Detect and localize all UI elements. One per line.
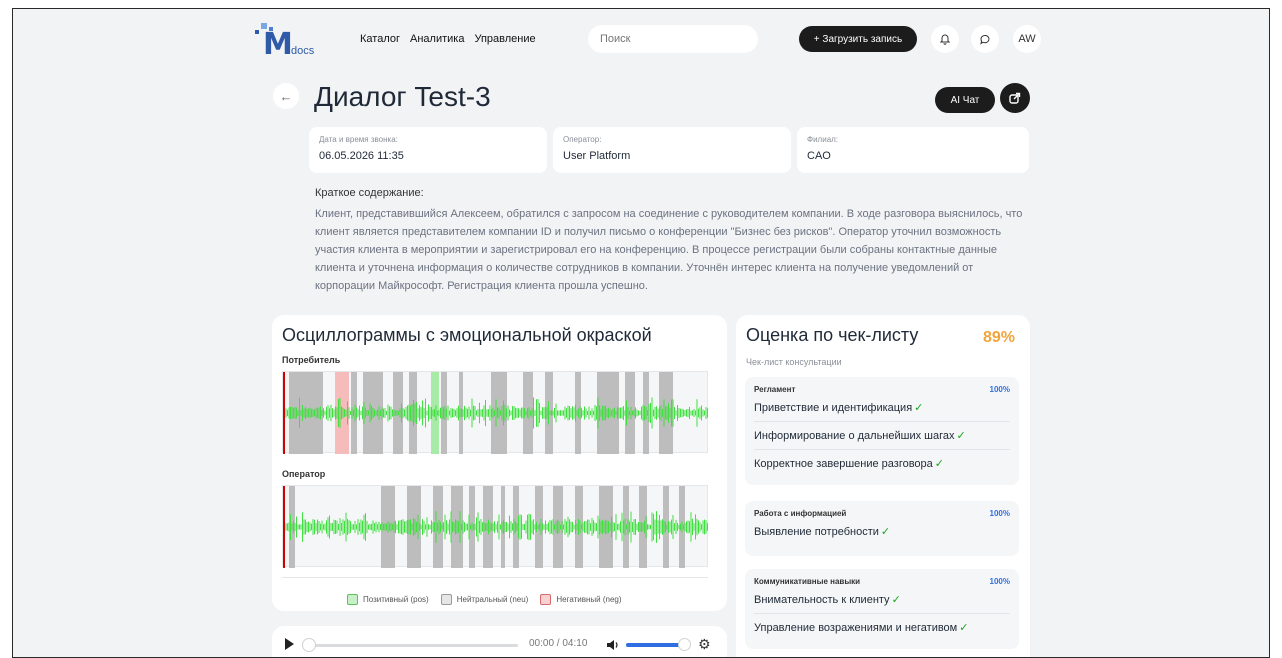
top-bar: M docs Каталог Аналитика Управление + За…	[13, 9, 1269, 69]
call-datetime-card: Дата и время звонка: 06.05.2026 11:35	[309, 127, 547, 173]
playhead-cursor	[283, 372, 285, 454]
check-icon: ✓	[959, 622, 969, 634]
consumer-waveform[interactable]	[282, 371, 708, 454]
checklist-item: Приветствие и идентификация ✓	[754, 394, 1010, 422]
checklist-subtitle: Чек-лист консультации	[746, 357, 842, 367]
legend-label: Позитивный (pos)	[363, 595, 429, 604]
player-time: 00:00 / 04:10	[529, 638, 588, 649]
logo-square	[255, 30, 259, 34]
legend-positive: Позитивный (pos)	[347, 594, 429, 605]
section-percent: 100%	[989, 577, 1010, 586]
checklist-card: Оценка по чек-листу 89% Чек-лист консуль…	[736, 315, 1030, 657]
operator-waveform-graphic	[282, 486, 708, 568]
legend-swatch	[440, 594, 452, 605]
app-frame: M docs Каталог Аналитика Управление + За…	[12, 8, 1270, 658]
notifications-button[interactable]	[931, 25, 959, 53]
branch-card: Филиал: CAO	[797, 127, 1029, 173]
checklist-item: Информирование о дальнейших шагах ✓	[754, 422, 1010, 450]
summary-text: Клиент, представившийся Алексеем, обрати…	[315, 208, 1023, 292]
section-header: Работа с информацией 100%	[754, 509, 1010, 518]
nav-analytics[interactable]: Аналитика	[410, 33, 464, 45]
checklist-item: Внимательность к клиенту ✓	[754, 586, 1010, 614]
logo-text: docs	[291, 45, 315, 57]
logo-letter: M	[263, 27, 293, 62]
legend-label: Негативный (neg)	[556, 595, 622, 604]
progress-bar[interactable]	[306, 644, 518, 647]
user-avatar[interactable]: AW	[1013, 25, 1041, 53]
section-header: Коммуникативные навыки 100%	[754, 577, 1010, 586]
check-icon: ✓	[880, 526, 891, 538]
oscillogram-title: Осциллограммы с эмоциональной окраской	[282, 325, 652, 345]
checklist-score: 89%	[983, 329, 1016, 346]
nav-catalog[interactable]: Каталог	[360, 33, 400, 45]
section-name: Работа с информацией	[754, 509, 847, 518]
section-header: Регламент 100%	[754, 385, 1010, 394]
upload-record-button[interactable]: + Загрузить запись	[799, 26, 917, 52]
checklist-section: Регламент 100% Приветствие и идентификац…	[745, 377, 1019, 485]
back-button[interactable]: ←	[273, 83, 299, 109]
datetime-value: 06.05.2026 11:35	[319, 150, 404, 162]
legend-label: Нейтральный (neu)	[456, 595, 529, 604]
section-percent: 100%	[989, 509, 1010, 518]
section-name: Регламент	[754, 385, 796, 394]
checklist-item: Корректное завершение разговора ✓	[754, 458, 945, 470]
operator-waveform[interactable]	[282, 485, 708, 568]
operator-track-label: Оператор	[282, 469, 326, 479]
checklist-item: Управление возражениями и негативом ✓	[754, 622, 969, 634]
legend-swatch	[540, 594, 552, 605]
main-nav: Каталог Аналитика Управление	[360, 33, 536, 45]
datetime-label: Дата и время звонка:	[319, 135, 398, 144]
volume-slider[interactable]	[626, 643, 682, 647]
check-icon: ✓	[934, 458, 945, 470]
checklist-title: Оценка по чек-листу	[746, 325, 919, 345]
share-button[interactable]	[1000, 83, 1030, 113]
check-icon: ✓	[891, 594, 901, 606]
arrow-left-icon: ←	[279, 88, 293, 104]
page-title: Диалог Test-3	[314, 81, 491, 112]
section-percent: 100%	[989, 385, 1010, 394]
legend-neutral: Нейтральный (neu)	[440, 594, 529, 605]
check-icon: ✓	[914, 402, 924, 414]
summary-title: Краткое содержание:	[315, 187, 424, 199]
checklist-section: Работа с информацией 100% Выявление потр…	[745, 501, 1019, 556]
consumer-waveform-graphic	[282, 372, 708, 454]
chat-bubble-icon	[980, 34, 990, 45]
operator-label: Оператор:	[563, 135, 602, 144]
search-input[interactable]	[588, 25, 758, 53]
checklist-section: Коммуникативные навыки 100% Внимательнос…	[745, 569, 1019, 649]
logo[interactable]: M docs	[255, 21, 325, 62]
check-icon: ✓	[956, 430, 966, 442]
volume-icon[interactable]	[606, 639, 620, 651]
branch-value: CAO	[807, 150, 831, 162]
playhead-cursor	[283, 486, 285, 568]
operator-card: Оператор: User Platform	[553, 127, 791, 173]
nav-management[interactable]: Управление	[474, 33, 535, 45]
section-name: Коммуникативные навыки	[754, 577, 861, 586]
share-icon	[1009, 92, 1021, 104]
emotion-legend: Позитивный (pos) Нейтральный (neu) Негат…	[347, 594, 622, 605]
operator-value: User Platform	[563, 150, 631, 162]
audio-player: 00:00 / 04:10 ⚙	[272, 626, 727, 657]
divider	[282, 577, 708, 578]
play-icon[interactable]	[284, 638, 294, 650]
bell-icon	[939, 34, 951, 45]
legend-negative: Негативный (neg)	[540, 594, 622, 605]
progress-handle[interactable]	[302, 638, 316, 652]
consumer-track-label: Потребитель	[282, 355, 341, 365]
oscillogram-card: Осциллограммы с эмоциональной окраской П…	[272, 315, 727, 611]
legend-swatch	[347, 594, 358, 605]
ai-chat-button[interactable]: AI Чат	[935, 87, 995, 113]
branch-label: Филиал:	[807, 135, 839, 144]
checklist-item: Выявление потребности ✓	[754, 526, 891, 538]
messages-button[interactable]	[971, 25, 999, 53]
